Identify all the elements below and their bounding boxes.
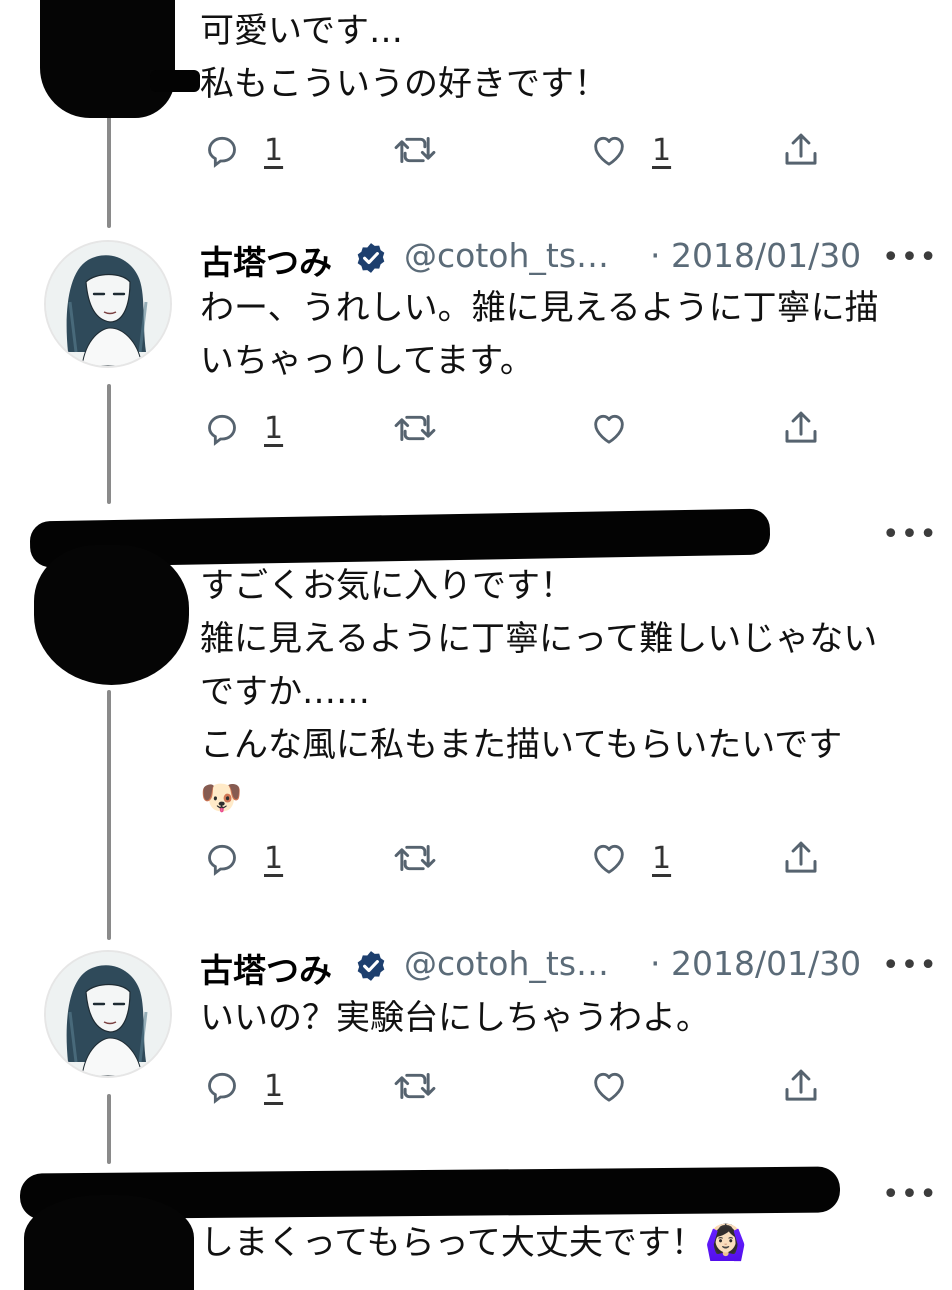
more-options-button[interactable]: ••• <box>882 240 938 275</box>
tweet-date[interactable]: · 2018/01/30 <box>650 944 861 983</box>
author-handle[interactable]: @cotoh_ts… <box>404 236 609 275</box>
more-options-button[interactable]: ••• <box>882 517 938 552</box>
tweet-text-line: しまくってもらって大丈夫です！🙆🏻‍♀️ <box>200 1223 748 1263</box>
tweet-actions: 1 <box>0 1061 952 1111</box>
tweet-text: わー、うれしい。雑に見えるように丁寧に描 いちゃっりしてます。 <box>200 282 940 388</box>
retweet-button[interactable] <box>392 125 438 175</box>
redacted-avatar <box>40 0 175 118</box>
share-button[interactable] <box>780 1061 822 1111</box>
like-count: 1 <box>652 132 672 168</box>
like-button[interactable]: 1 <box>588 833 671 883</box>
author-handle[interactable]: @cotoh_ts… <box>404 944 609 983</box>
more-options-button[interactable]: ••• <box>882 948 938 983</box>
tweet-text-line: 雑に見えるように丁寧にって難しいじゃない <box>200 619 878 659</box>
tweet-2[interactable]: 古塔つみ @cotoh_ts… · 2018/01/30 ••• わー、うれしい… <box>0 228 952 478</box>
tweet-5[interactable]: ••• しまくってもらって大丈夫です！🙆🏻‍♀️ <box>0 1165 952 1290</box>
tweet-text: すごくお気に入りです！ 雑に見えるように丁寧にって難しいじゃない ですか…… こ… <box>200 560 940 825</box>
verified-badge-icon <box>357 243 385 273</box>
retweet-icon <box>394 137 436 163</box>
verified-badge-icon <box>357 951 385 981</box>
tweet-text-line: ですか…… <box>200 672 370 712</box>
retweet-icon <box>394 1073 436 1099</box>
reply-icon <box>208 844 236 876</box>
more-options-button[interactable]: ••• <box>882 1177 938 1212</box>
retweet-icon <box>394 415 436 441</box>
like-button[interactable] <box>588 403 630 453</box>
tweet-text-line: 私もこういうの好きです！ <box>200 64 608 104</box>
tweet-text-line: 可愛いです… <box>200 11 403 51</box>
tweet-actions: 1 1 <box>0 833 952 883</box>
share-icon <box>785 1069 817 1101</box>
reply-button[interactable]: 1 <box>202 125 283 175</box>
tweet-text-line: いちゃっりしてます。 <box>200 341 534 381</box>
tweet-text-line: わー、うれしい。雑に見えるように丁寧に描 <box>200 288 879 328</box>
reply-count: 1 <box>264 840 284 876</box>
tweet-text-line: 🐶 <box>200 778 243 818</box>
reply-button[interactable]: 1 <box>202 1061 283 1111</box>
retweet-icon <box>394 845 436 871</box>
avatar-illustration-icon <box>46 952 170 1076</box>
avatar[interactable] <box>44 240 172 368</box>
avatar-illustration-icon <box>46 242 170 366</box>
redacted-avatar <box>34 545 189 685</box>
share-icon <box>785 841 817 873</box>
reply-icon <box>208 136 236 168</box>
author-name[interactable]: 古塔つみ <box>200 236 332 284</box>
like-button[interactable] <box>588 1061 630 1111</box>
share-icon <box>785 133 817 165</box>
reply-button[interactable]: 1 <box>202 403 283 453</box>
reply-button[interactable]: 1 <box>202 833 283 883</box>
author-name[interactable]: 古塔つみ <box>200 944 332 992</box>
heart-icon <box>594 414 624 444</box>
tweet-text: 可愛いです… 私もこういうの好きです！ <box>200 5 940 111</box>
avatar[interactable] <box>44 950 172 1078</box>
retweet-button[interactable] <box>392 403 438 453</box>
share-button[interactable] <box>780 125 822 175</box>
share-button[interactable] <box>780 833 822 883</box>
tweet-text: いいの？実験台にしちゃうわよ。 <box>200 992 940 1045</box>
heart-icon <box>594 844 624 874</box>
heart-icon <box>594 136 624 166</box>
like-button[interactable]: 1 <box>588 125 671 175</box>
reply-count: 1 <box>264 410 284 446</box>
retweet-button[interactable] <box>392 833 438 883</box>
tweet-text-line: いいの？実験台にしちゃうわよ。 <box>200 998 710 1038</box>
reply-count: 1 <box>264 132 284 168</box>
tweet-text-line: こんな風に私もまた描いてもらいたいです <box>200 725 843 765</box>
tweet-text: しまくってもらって大丈夫です！🙆🏻‍♀️ <box>200 1217 940 1270</box>
redacted-avatar <box>24 1195 194 1290</box>
reply-count: 1 <box>264 1068 284 1104</box>
like-count: 1 <box>652 840 672 876</box>
tweet-3[interactable]: ••• すごくお気に入りです！ 雑に見えるように丁寧にって難しいじゃない ですか… <box>0 505 952 905</box>
reply-icon <box>208 414 236 446</box>
share-button[interactable] <box>780 403 822 453</box>
redaction-scribble <box>150 70 200 92</box>
tweet-date[interactable]: · 2018/01/30 <box>650 236 861 275</box>
share-icon <box>785 411 817 443</box>
tweet-actions: 1 1 <box>0 125 952 175</box>
tweet-text-line: すごくお気に入りです！ <box>200 566 574 606</box>
tweet-1[interactable]: 可愛いです… 私もこういうの好きです！ 1 1 <box>0 0 952 190</box>
heart-icon <box>594 1072 624 1102</box>
retweet-button[interactable] <box>392 1061 438 1111</box>
tweet-actions: 1 <box>0 403 952 453</box>
reply-icon <box>208 1072 236 1104</box>
tweet-4[interactable]: 古塔つみ @cotoh_ts… · 2018/01/30 ••• いいの？実験台… <box>0 938 952 1128</box>
